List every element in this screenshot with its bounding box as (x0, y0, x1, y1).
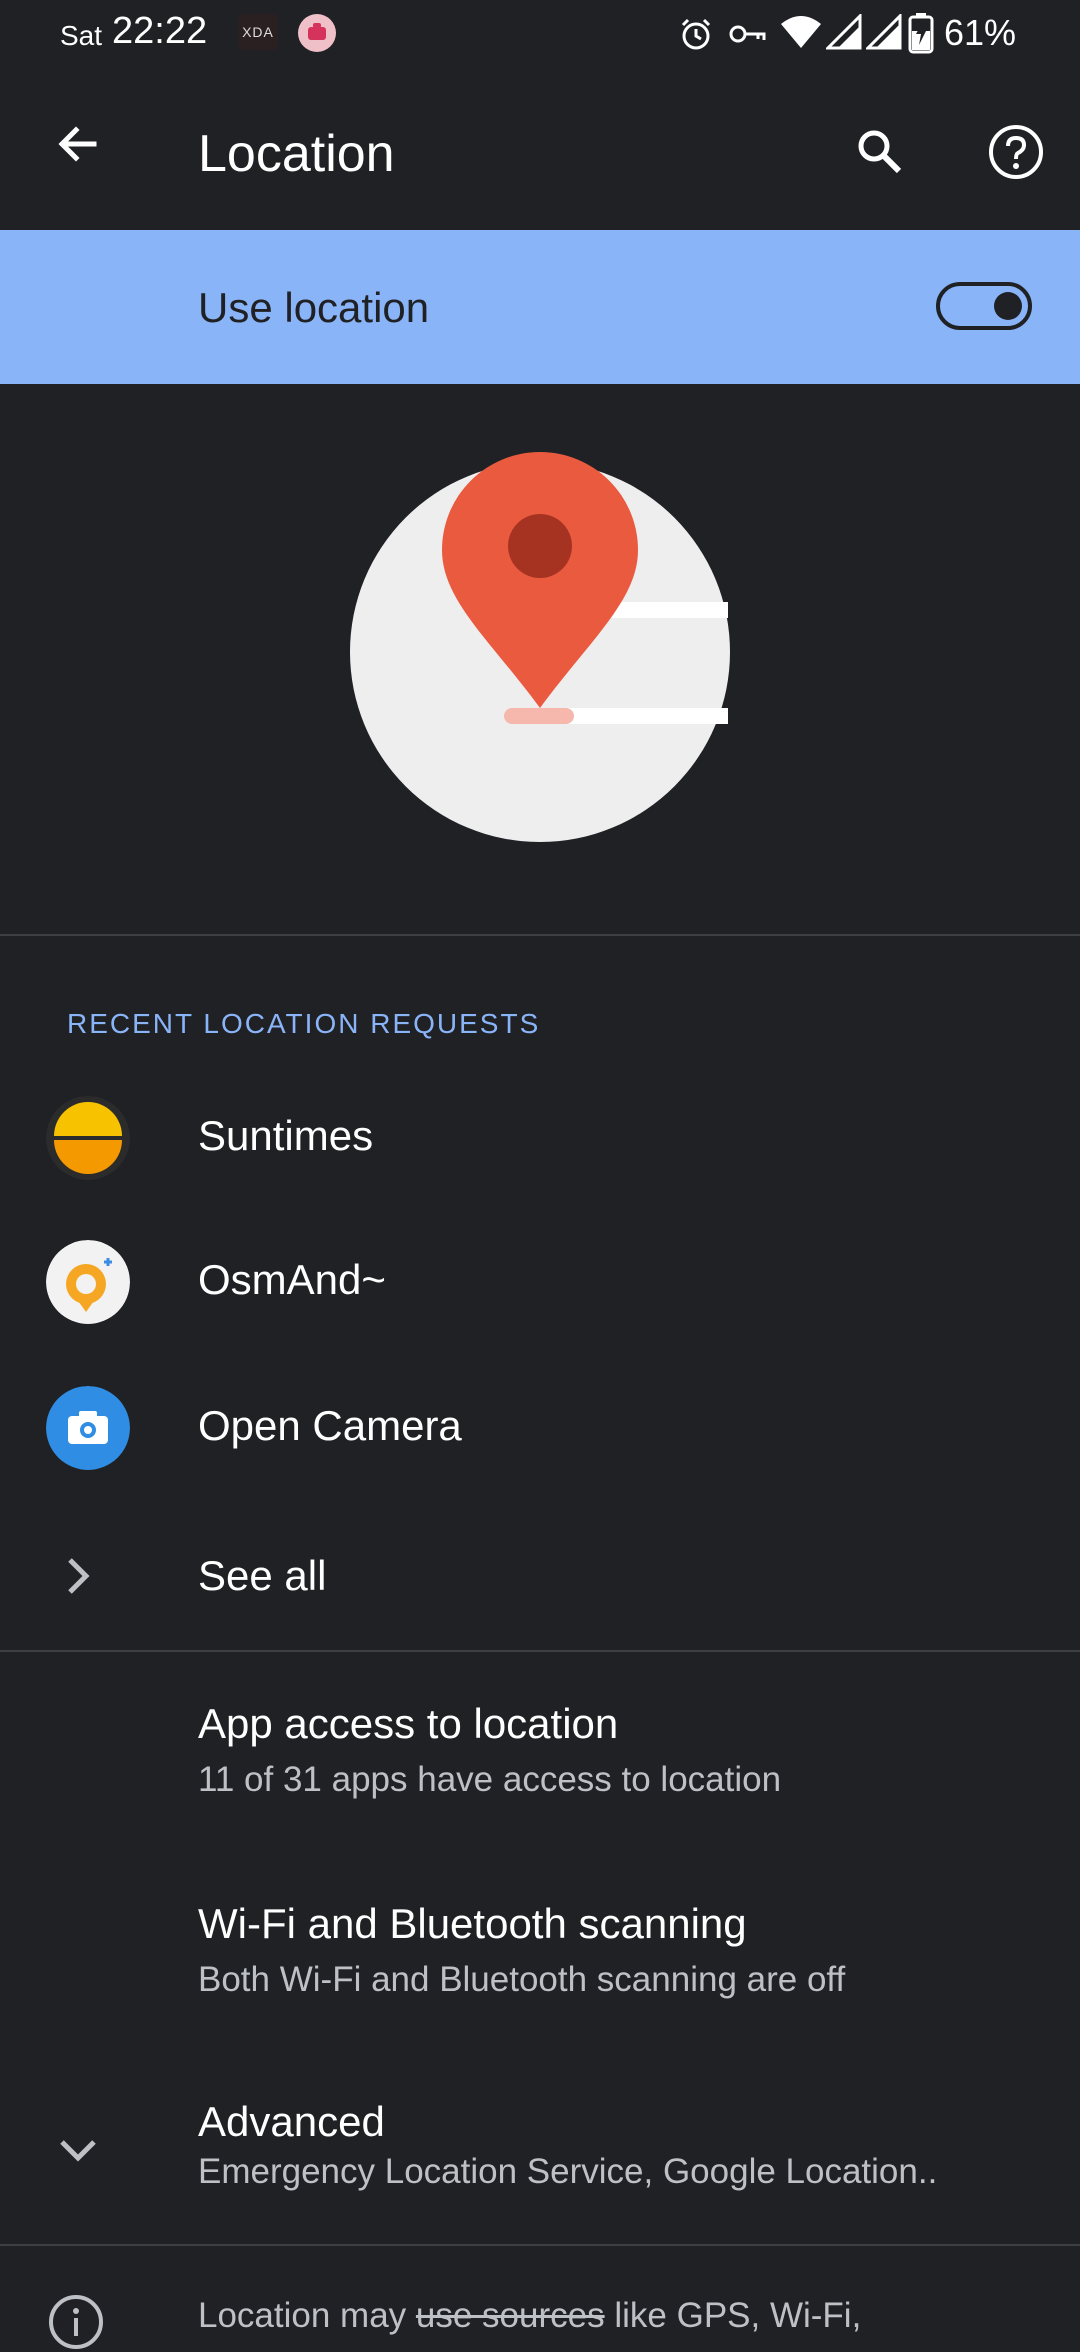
xda-icon: XDA (238, 14, 278, 50)
info-text-strikethrough: use sources (415, 2296, 605, 2335)
recent-app-open-camera[interactable]: Open Camera (0, 1356, 1080, 1502)
app-notification-icon (298, 14, 336, 52)
pref-title: Wi-Fi and Bluetooth scanning (198, 1900, 747, 1947)
pref-subtitle: Both Wi-Fi and Bluetooth scanning are of… (198, 1960, 846, 1999)
signal-icon (866, 14, 902, 50)
osmand-icon (46, 1240, 130, 1324)
use-location-label: Use location (198, 284, 430, 331)
status-bar: Sat 22:22 XDA 61% (0, 0, 1080, 68)
app-name: Suntimes (198, 1112, 374, 1159)
use-location-banner[interactable] (0, 230, 1080, 384)
location-info-text: Location may use sources like GPS, Wi-Fi… (198, 2296, 861, 2336)
vpn-key-icon (729, 25, 766, 43)
search-icon (858, 130, 902, 174)
pref-subtitle: Emergency Location Service, Google Locat… (198, 2152, 938, 2191)
info-text-part: Location may (198, 2296, 416, 2335)
divider (0, 2244, 1080, 2246)
divider (0, 934, 1080, 936)
info-text-part: like GPS, Wi-Fi, (604, 2296, 862, 2335)
info-icon (49, 2295, 103, 2349)
app-name: OsmAnd~ (198, 1256, 386, 1303)
recent-app-osmand[interactable]: OsmAnd~ (0, 1210, 1080, 1356)
signal-icon (826, 14, 862, 50)
location-illustration (350, 452, 730, 842)
help-button[interactable] (978, 114, 1054, 190)
status-time: 22:22 (112, 10, 208, 52)
toggle-knob (994, 292, 1022, 320)
recent-requests-header: RECENT LOCATION REQUESTS (67, 1008, 541, 1039)
advanced-pref[interactable]: Advanced Emergency Location Service, Goo… (0, 2060, 1080, 2240)
app-access-pref[interactable]: App access to location 11 of 31 apps hav… (0, 1660, 1080, 1850)
app-name: Open Camera (198, 1402, 462, 1449)
search-button[interactable] (842, 114, 918, 190)
recent-app-suntimes[interactable]: Suntimes (0, 1064, 1080, 1210)
see-all-label: See all (198, 1552, 327, 1599)
page-title: Location (198, 125, 395, 183)
battery-charging-icon (908, 13, 934, 54)
see-all-row[interactable]: See all (0, 1504, 1080, 1650)
pref-title: App access to location (198, 1700, 619, 1747)
wifi-bluetooth-scanning-pref[interactable]: Wi-Fi and Bluetooth scanning Both Wi-Fi … (0, 1860, 1080, 2050)
back-arrow-icon (58, 126, 97, 162)
suntimes-icon (46, 1096, 130, 1180)
back-button[interactable] (40, 106, 116, 182)
alarm-icon (681, 18, 711, 50)
help-icon (989, 125, 1043, 179)
status-day: Sat (60, 20, 103, 51)
use-location-toggle[interactable] (936, 282, 1032, 330)
chevron-right-icon (68, 1558, 90, 1594)
pref-subtitle: 11 of 31 apps have access to location (198, 1760, 782, 1799)
pref-title: Advanced (198, 2098, 385, 2145)
chevron-down-icon (60, 2140, 96, 2162)
camera-icon (46, 1386, 130, 1470)
divider (0, 1650, 1080, 1652)
battery-percent: 61% (944, 12, 1017, 53)
wifi-icon (781, 16, 821, 48)
